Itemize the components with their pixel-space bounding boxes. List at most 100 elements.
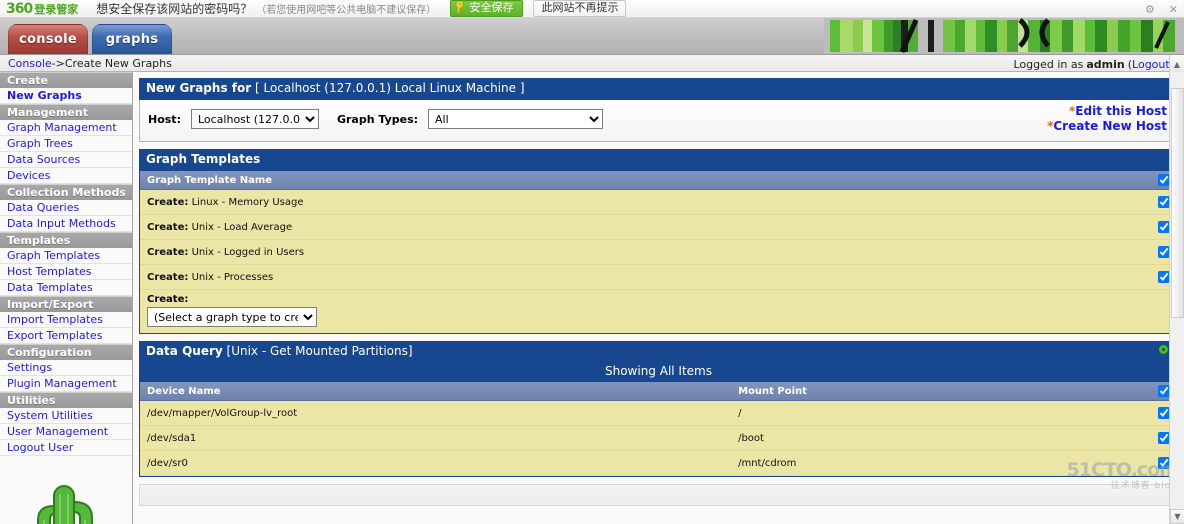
sidebar-item-system-utilities[interactable]: System Utilities (0, 408, 132, 424)
create-new-host-link[interactable]: *Create New Host (1047, 119, 1167, 134)
breadcrumb-console-link[interactable]: Console (8, 57, 52, 70)
graph-template-name: Unix - Logged in Users (191, 246, 305, 258)
sidebar-head-create: Create (0, 72, 132, 88)
cactus-icon (37, 485, 93, 524)
sidebar-head-templates: Templates (0, 232, 132, 248)
sidebar-item-export-templates[interactable]: Export Templates (0, 328, 132, 344)
sidebar-head-management: Management (0, 104, 132, 120)
mount-point-cell: / (731, 400, 1151, 426)
data-query-title-bold: Data Query (146, 344, 223, 358)
sidebar-item-logout-user[interactable]: Logout User (0, 440, 132, 456)
sidebar-item-user-management[interactable]: User Management (0, 424, 132, 440)
sidebar-item-plugin-management[interactable]: Plugin Management (0, 376, 132, 392)
edit-this-host-link[interactable]: *Edit this Host (1047, 104, 1167, 119)
key-icon: 🔑 (453, 0, 469, 16)
sidebar-item-devices[interactable]: Devices (0, 168, 132, 184)
mount-point-cell: /boot (731, 425, 1151, 451)
create-prefix: Create: (147, 271, 189, 283)
data-query-title-rest: [Unix - Get Mounted Partitions] (222, 344, 413, 358)
scrollbar-up-arrow[interactable]: ▲ (1169, 55, 1184, 73)
table-row[interactable]: /dev/sda1 /boot (140, 425, 1177, 451)
data-query-gridwrap: Device Name Mount Point /dev/mapper/VolG… (139, 382, 1178, 477)
sidebar-item-data-sources[interactable]: Data Sources (0, 152, 132, 168)
tab-graphs[interactable]: graphs (92, 24, 172, 54)
create-prefix: Create: (147, 221, 189, 233)
sidebar-item-graph-trees[interactable]: Graph Trees (0, 136, 132, 152)
graph-types-select[interactable]: All (428, 109, 604, 129)
bottom-blank-panel (139, 484, 1178, 506)
table-row[interactable]: Create: Unix - Logged in Users (140, 239, 1177, 265)
tab-console[interactable]: console (8, 24, 88, 54)
scrollbar-down-arrow[interactable]: ▼ (1170, 509, 1184, 524)
graph-template-name: Unix - Load Average (191, 221, 293, 233)
sidebar-head-configuration: Configuration (0, 344, 132, 360)
host-action-links: *Edit this Host *Create New Host (1047, 104, 1167, 134)
never-prompt-button[interactable]: 此网站不再提示 (533, 0, 627, 17)
sidebar: Create New Graphs Management Graph Manag… (0, 72, 133, 524)
main-tabs: console graphs (8, 24, 172, 54)
save-password-label: 安全保存 (469, 1, 514, 14)
cacti-masthead-banner (824, 18, 1184, 54)
graph-types-label: Graph Types: (336, 112, 419, 126)
login-prefix: Logged in as (1013, 57, 1084, 71)
sidebar-item-host-templates[interactable]: Host Templates (0, 264, 132, 280)
table-row[interactable]: /dev/mapper/VolGroup-lv_root / (140, 400, 1177, 426)
logout-link[interactable]: Logout (1132, 58, 1170, 71)
green-status-icon (1159, 345, 1168, 354)
create-label: Create: (147, 294, 189, 305)
graph-templates-table: Graph Template Name Create: Linux - Memo… (140, 171, 1177, 290)
host-select[interactable]: Localhost (127.0.0.1) (190, 109, 319, 129)
table-header-row: Graph Template Name (140, 171, 1177, 190)
browser-password-bar: 360 登录管家 想安全保存该网站的密码吗？ （若您使用网吧等公共电脑不建议保存… (0, 0, 1184, 18)
table-row[interactable]: /dev/sr0 /mnt/cdrom (140, 450, 1177, 476)
page-scrollbar[interactable]: ▼ (1169, 72, 1184, 524)
data-query-panel: Data Query [Unix - Get Mounted Partition… (139, 341, 1178, 477)
masthead-graphic (824, 18, 1184, 54)
data-query-table: Device Name Mount Point /dev/mapper/VolG… (140, 382, 1177, 476)
new-graphs-panel: New Graphs for [ Localhost (127.0.0.1) L… (139, 78, 1178, 142)
breadcrumb-current: Create New Graphs (64, 56, 172, 70)
host-label: Host: (148, 112, 181, 126)
graph-templates-panel-title: Graph Templates (139, 149, 1178, 171)
new-graphs-title-host: [ Localhost (127.0.0.1) Local Linux Mach… (251, 81, 525, 95)
create-prefix: Create: (147, 246, 189, 258)
sidebar-item-settings[interactable]: Settings (0, 360, 132, 376)
sidebar-item-data-queries[interactable]: Data Queries (0, 200, 132, 216)
browser-360-logo-name: 登录管家 (34, 2, 79, 16)
browser-360-logo: 360 (6, 0, 33, 17)
sidebar-item-graph-management[interactable]: Graph Management (0, 120, 132, 136)
create-graph-type-select[interactable]: (Select a graph type to create) (147, 307, 317, 327)
table-row[interactable]: Create: Unix - Load Average (140, 214, 1177, 240)
table-header-row: Device Name Mount Point (140, 382, 1177, 401)
close-icon[interactable]: ✕ (1169, 4, 1178, 15)
data-query-panel-title: Data Query [Unix - Get Mounted Partition… (139, 341, 1178, 363)
sidebar-item-import-templates[interactable]: Import Templates (0, 312, 132, 328)
edit-this-host-label: Edit this Host (1075, 104, 1167, 118)
password-prompt-message: 想安全保存该网站的密码吗？ (96, 2, 253, 16)
main-content: New Graphs for [ Localhost (127.0.0.1) L… (133, 72, 1184, 524)
breadcrumb-separator: -> (51, 56, 65, 70)
graph-template-name-header: Graph Template Name (140, 171, 1151, 190)
create-prefix: Create: (147, 196, 189, 208)
device-name-cell: /dev/sr0 (140, 450, 732, 476)
breadcrumb: Console -> Create New Graphs Logged in a… (0, 54, 1184, 73)
scrollbar-thumb[interactable] (1171, 88, 1184, 318)
graph-template-cell: Create: Linux - Memory Usage (140, 189, 1151, 215)
page-body: Create New Graphs Management Graph Manag… (0, 72, 1184, 524)
gear-icon[interactable]: ⚙ (1145, 4, 1155, 15)
sidebar-item-new-graphs[interactable]: New Graphs (0, 88, 132, 104)
sidebar-item-data-templates[interactable]: Data Templates (0, 280, 132, 296)
new-graphs-title-bold: New Graphs for (146, 81, 252, 95)
save-password-button[interactable]: 🔑 安全保存 (450, 0, 524, 17)
login-status: Logged in as admin ( Logout ) (1013, 55, 1174, 73)
cactus-logo (14, 482, 114, 524)
sidebar-head-collection-methods: Collection Methods (0, 184, 132, 200)
sidebar-item-graph-templates[interactable]: Graph Templates (0, 248, 132, 264)
password-prompt-submessage: （若您使用网吧等公共电脑不建议保存） (256, 5, 437, 16)
sidebar-item-data-input-methods[interactable]: Data Input Methods (0, 216, 132, 232)
table-row[interactable]: Create: Linux - Memory Usage (140, 189, 1177, 215)
mount-point-cell: /mnt/cdrom (731, 450, 1151, 476)
graph-template-name: Unix - Processes (191, 271, 274, 283)
table-row[interactable]: Create: Unix - Processes (140, 264, 1177, 290)
sidebar-head-import-export: Import/Export (0, 296, 132, 312)
